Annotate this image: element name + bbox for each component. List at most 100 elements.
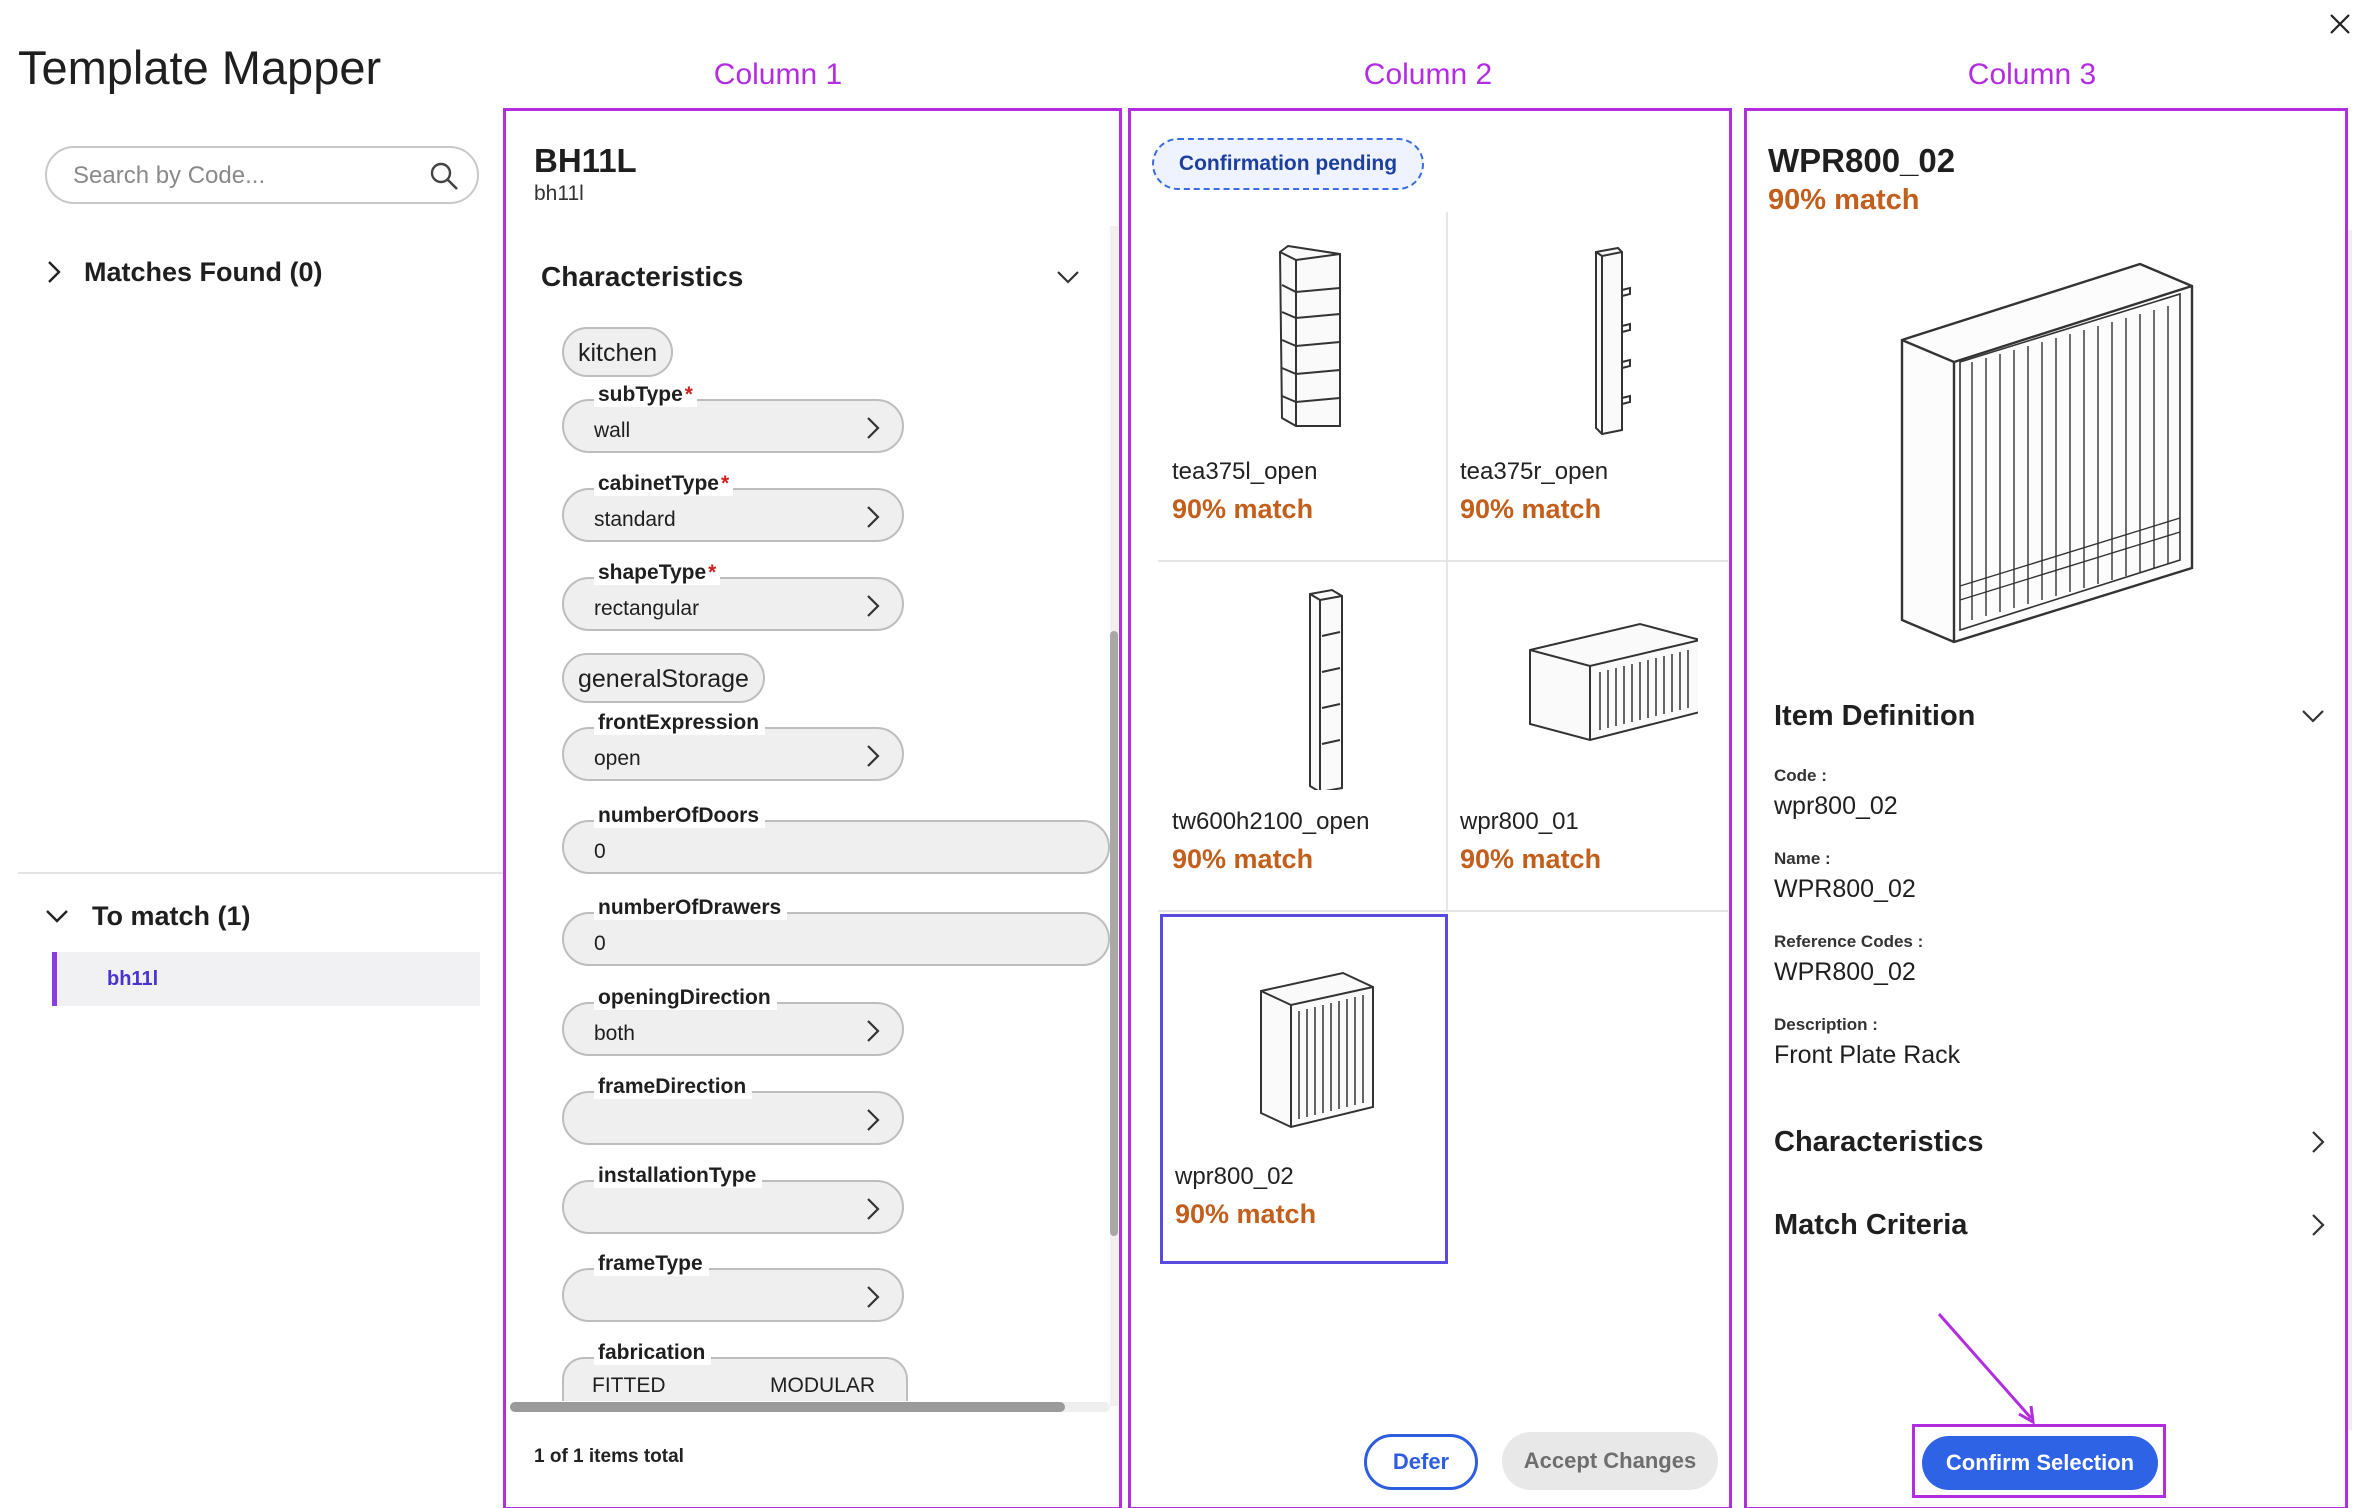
field-label: subType* (594, 383, 697, 407)
field-shape-type[interactable]: shapeType* rectangular (562, 561, 904, 631)
item-definition-header[interactable]: Item Definition (1774, 696, 2326, 736)
chevron-down-icon (46, 910, 68, 923)
close-icon[interactable] (2328, 12, 2352, 36)
field-label: frontExpression (594, 711, 766, 735)
field-opening-direction[interactable]: openingDirection both (562, 986, 904, 1056)
cabinet-thumbnail (1595, 246, 1631, 436)
definition-key: Name : (1774, 849, 1831, 868)
chevron-down-icon (1057, 271, 1079, 284)
field-label: frameDirection (594, 1075, 753, 1099)
field-label: shapeType* (594, 561, 721, 585)
vertical-scrollbar[interactable] (1110, 226, 1118, 1406)
field-value-fitted[interactable]: FITTED (592, 1374, 666, 1398)
chevron-right-icon (867, 1109, 880, 1131)
field-cabinet-type[interactable]: cabinetType* standard (562, 472, 904, 542)
column-3-label: Column 3 (1967, 58, 2097, 91)
search-input[interactable] (73, 160, 433, 192)
field-label: fabrication (594, 1341, 712, 1365)
chevron-right-icon (2312, 1214, 2325, 1236)
chevron-right-icon (48, 261, 61, 283)
items-total: 1 of 1 items total (534, 1446, 684, 1467)
item-code: bh11l (534, 182, 584, 205)
match-card-selected[interactable]: wpr800_02 90% match (1160, 914, 1448, 1264)
characteristics-section-header[interactable]: Characteristics (1774, 1122, 2326, 1162)
field-value-modular[interactable]: MODULAR (770, 1374, 875, 1398)
field-fabrication[interactable]: fabrication FITTED MODULAR (562, 1341, 908, 1401)
match-criteria-label: Match Criteria (1774, 1208, 1968, 1241)
definition-key: Code : (1774, 766, 1827, 785)
cabinet-thumbnail (1309, 588, 1343, 790)
card-match: 90% match (1460, 844, 1602, 874)
match-card[interactable]: tea375r_open 90% match (1448, 212, 1736, 562)
cabinet-thumbnail (1260, 971, 1374, 1129)
chevron-right-icon (867, 417, 880, 439)
chevron-right-icon (867, 1020, 880, 1042)
field-value: wall (594, 419, 631, 442)
vertical-scrollbar[interactable] (2348, 230, 2352, 1430)
card-name: wpr800_01 (1460, 808, 1579, 835)
to-match-label: To match (1) (92, 900, 251, 931)
field-installation-type[interactable]: installationType (562, 1164, 904, 1234)
match-criteria-header[interactable]: Match Criteria (1774, 1205, 2326, 1245)
cabinet-thumbnail (1529, 622, 1698, 742)
card-name: tea375r_open (1460, 458, 1609, 485)
field-subtype[interactable]: subType* wall (562, 383, 904, 453)
card-match: 90% match (1172, 844, 1314, 874)
field-value: rectangular (594, 597, 700, 620)
to-match-item[interactable]: bh11l (52, 952, 480, 1006)
arrow-annotation (1937, 1313, 2035, 1425)
group-chip-general-storage: generalStorage (562, 653, 765, 703)
cabinet-thumbnail (1278, 244, 1341, 427)
characteristics-label: Characteristics (541, 261, 744, 292)
to-match-item-label: bh11l (107, 968, 159, 990)
accept-changes-button[interactable]: Accept Changes (1502, 1432, 1718, 1490)
chevron-right-icon (867, 595, 880, 617)
field-value: both (594, 1022, 635, 1045)
item-definition-label: Item Definition (1774, 699, 1976, 732)
confirm-selection-button[interactable]: Confirm Selection (1922, 1436, 2158, 1490)
card-match: 90% match (1172, 494, 1314, 524)
definition-key: Reference Codes : (1774, 932, 1924, 951)
page-title: Template Mapper (18, 41, 382, 94)
item-title: BH11L (534, 142, 637, 179)
card-match: 90% match (1460, 494, 1602, 524)
field-front-expression[interactable]: frontExpression open (562, 711, 904, 781)
definition-value: WPR800_02 (1774, 875, 1916, 903)
selected-item-title: WPR800_02 (1768, 142, 1956, 179)
definition-value: wpr800_02 (1774, 792, 1898, 820)
field-frame-type[interactable]: frameType (562, 1252, 904, 1322)
match-card[interactable]: tea375l_open 90% match (1160, 212, 1448, 562)
chevron-right-icon (867, 1198, 880, 1220)
column-1-label: Column 1 (713, 58, 843, 91)
horizontal-scrollbar[interactable] (510, 1402, 1110, 1412)
chevron-right-icon (867, 506, 880, 528)
chevron-right-icon (867, 1286, 880, 1308)
defer-button[interactable]: Defer (1364, 1434, 1478, 1490)
chevron-right-icon (867, 745, 880, 767)
field-frame-direction[interactable]: frameDirection (562, 1075, 904, 1145)
definition-value: Front Plate Rack (1774, 1041, 1961, 1069)
match-card[interactable]: tw600h2100_open 90% match (1160, 562, 1448, 912)
search-box[interactable] (45, 146, 479, 204)
matches-found-toggle[interactable]: Matches Found (0) (46, 252, 323, 292)
characteristics-section-label: Characteristics (1774, 1125, 1984, 1158)
field-label: openingDirection (594, 986, 777, 1010)
field-label: cabinetType* (594, 472, 734, 496)
scrollbar-thumb[interactable] (510, 1402, 1065, 1412)
field-value: 0 (594, 932, 606, 955)
match-card[interactable]: wpr800_01 90% match (1448, 562, 1736, 912)
characteristics-header[interactable]: Characteristics (541, 256, 1081, 298)
field-label: installationType (594, 1164, 763, 1188)
selected-item-match: 90% match (1768, 184, 1920, 216)
field-number-of-drawers[interactable]: numberOfDrawers 0 (562, 896, 1110, 966)
field-number-of-doors[interactable]: numberOfDoors 0 (562, 804, 1110, 874)
cabinet-preview-image (1900, 262, 2194, 644)
search-icon[interactable] (429, 161, 459, 191)
group-chip-kitchen: kitchen (562, 327, 674, 377)
definition-value: WPR800_02 (1774, 958, 1916, 986)
field-value: 0 (594, 840, 606, 863)
scrollbar-thumb[interactable] (1110, 631, 1118, 1236)
to-match-toggle[interactable]: To match (1) (44, 896, 251, 936)
divider (18, 872, 504, 874)
matches-found-label: Matches Found (0) (84, 256, 323, 287)
